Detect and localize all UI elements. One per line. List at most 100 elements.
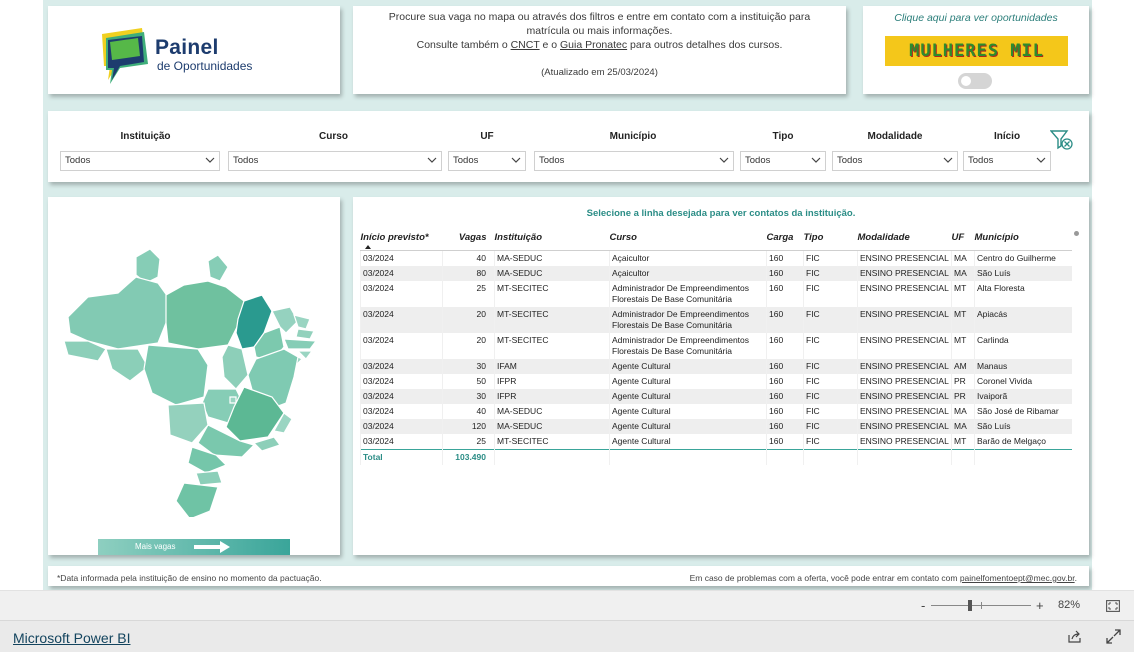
table-cell: Administrador De Empreendimentos Florest… [609, 306, 767, 333]
table-cell: Centro do Guilherme [974, 250, 1072, 266]
table-cell: 80 [442, 265, 495, 281]
table-cell: 160 [766, 418, 804, 434]
filter-select-municipio[interactable]: Todos [534, 151, 734, 171]
promo-toggle[interactable] [958, 73, 992, 89]
table-row[interactable]: 03/2024 20 MT-SECITEC Administrador De Empr… [360, 306, 1072, 333]
cnct-link[interactable]: CNCT [511, 39, 540, 51]
table-cell: 20 [442, 332, 495, 359]
table-cell: MA [951, 265, 975, 281]
state-df [229, 396, 237, 404]
powerbi-bar: Microsoft Power BI [0, 620, 1134, 652]
filter-value-uf: Todos [453, 155, 479, 166]
table-row[interactable]: 03/2024 25 MT-SECITEC Administrador De Empr… [360, 280, 1072, 307]
table-cell: São Luís [974, 418, 1072, 434]
table-row[interactable]: 03/2024 40 MA-SEDUC Açaicultor 160 FIC ENSINO … [360, 250, 1072, 266]
table-cell: MA-SEDUC [494, 250, 610, 266]
table-cell: PR [951, 373, 975, 389]
filter-value-tipo: Todos [745, 155, 771, 166]
brazil-map[interactable] [58, 237, 328, 517]
table-cell: Carlinda [974, 332, 1072, 359]
table-scrollbar[interactable] [1074, 231, 1079, 236]
filter-select-instituicao[interactable]: Todos [60, 151, 220, 171]
table-cell: 25 [442, 433, 495, 449]
col-curso[interactable]: Curso [609, 230, 767, 251]
contact-email-link[interactable]: painelfomentoept@mec.gov.br [960, 573, 1075, 583]
col-modalidade[interactable]: Modalidade [857, 230, 952, 251]
table-cell: IFPR [494, 388, 610, 404]
offers-table: Início previsto* Vagas Instituição Curso… [360, 230, 1072, 465]
col-inicio[interactable]: Início previsto* [360, 230, 443, 251]
table-row[interactable]: 03/2024 20 MT-SECITEC Administrador De Empr… [360, 332, 1072, 359]
powerbi-link[interactable]: Microsoft Power BI [13, 630, 130, 646]
chevron-down-icon [427, 157, 437, 163]
filter-label-curso: Curso [319, 131, 348, 142]
state-pb [295, 328, 315, 340]
filter-label-instituicao: Instituição [120, 131, 171, 142]
share-icon[interactable] [1067, 629, 1082, 644]
table-cell: 03/2024 [360, 388, 443, 404]
fit-to-page-icon[interactable] [1106, 600, 1120, 612]
total-empty-cell [951, 448, 975, 465]
filter-select-uf[interactable]: Todos [448, 151, 526, 171]
table-cell: 03/2024 [360, 358, 443, 374]
table-row[interactable]: 03/2024 40 MA-SEDUC Agente Cultural 160 FIC EN… [360, 403, 1072, 419]
map-legend-label: Mais vagas [135, 542, 176, 551]
table-row[interactable]: 03/2024 30 IFPR Agente Cultural 160 FIC ENSINO… [360, 388, 1072, 404]
filter-select-inicio[interactable]: Todos [963, 151, 1051, 171]
total-value: 103.490 [442, 448, 495, 465]
table-cell: 120 [442, 418, 495, 434]
col-vagas[interactable]: Vagas [442, 230, 495, 251]
table-cell: Barão de Melgaço [974, 433, 1072, 449]
zoom-in-button[interactable]: + [1036, 598, 1044, 613]
col-municipio[interactable]: Município [974, 230, 1072, 251]
table-row[interactable]: 03/2024 30 IFAM Agente Cultural 160 FIC ENSINO… [360, 358, 1072, 374]
table-cell: 03/2024 [360, 418, 443, 434]
table-cell: MT [951, 306, 975, 333]
table-cell: FIC [803, 373, 858, 389]
table-cell: 160 [766, 332, 804, 359]
table-cell: Agente Cultural [609, 403, 767, 419]
mulheres-mil-banner[interactable]: MULHERES MIL [885, 36, 1068, 66]
promo-link[interactable]: Clique aqui para ver oportunidades [863, 12, 1089, 24]
state-sc [195, 470, 223, 486]
fullscreen-icon[interactable] [1106, 629, 1121, 644]
info-line-3-prefix: Consulte também o [416, 39, 511, 51]
filter-select-modalidade[interactable]: Todos [832, 151, 958, 171]
table-cell: Agente Cultural [609, 418, 767, 434]
table-row[interactable]: 03/2024 25 MT-SECITEC Agente Cultural 160 FIC… [360, 433, 1072, 449]
chevron-down-icon [1036, 157, 1046, 163]
table-row[interactable]: 03/2024 120 MA-SEDUC Agente Cultural 160 FIC E… [360, 418, 1072, 434]
chevron-down-icon [943, 157, 953, 163]
table-cell: FIC [803, 358, 858, 374]
zoom-out-button[interactable]: - [921, 598, 925, 613]
table-cell: 03/2024 [360, 250, 443, 266]
col-carga[interactable]: Carga [766, 230, 804, 251]
zoom-slider-thumb[interactable] [968, 600, 972, 611]
guia-pronatec-link[interactable]: Guia Pronatec [560, 39, 627, 51]
mulheres-mil-banner-text: MULHERES MIL [909, 41, 1044, 61]
table-cell: Açaicultor [609, 250, 767, 266]
filter-select-curso[interactable]: Todos [228, 151, 442, 171]
col-tipo[interactable]: Tipo [803, 230, 858, 251]
table-cell: 03/2024 [360, 280, 443, 307]
table-cell: 160 [766, 433, 804, 449]
table-cell: MA [951, 418, 975, 434]
table-row[interactable]: 03/2024 80 MA-SEDUC Açaicultor 160 FIC ENSINO … [360, 265, 1072, 281]
table-cell: MT [951, 332, 975, 359]
table-cell: FIC [803, 403, 858, 419]
zoom-level: 82% [1058, 599, 1081, 611]
table-row[interactable]: 03/2024 50 IFPR Agente Cultural 160 FIC ENSINO… [360, 373, 1072, 389]
clear-filters-icon[interactable] [1050, 129, 1074, 151]
col-uf[interactable]: UF [951, 230, 975, 251]
toggle-knob [961, 76, 971, 86]
total-empty-cell [803, 448, 858, 465]
footer-note: *Data informada pela instituição de ensi… [57, 573, 322, 583]
col-instituicao[interactable]: Instituição [494, 230, 610, 251]
filter-select-tipo[interactable]: Todos [740, 151, 826, 171]
table-cell: MT-SECITEC [494, 280, 610, 307]
arrow-right-icon [194, 541, 230, 553]
info-line-3-mid: e o [539, 39, 560, 51]
state-ro [105, 348, 149, 382]
table-total-row: Total 103.490 [360, 448, 1072, 465]
logo-subtitle: de Oportunidades [157, 59, 253, 73]
